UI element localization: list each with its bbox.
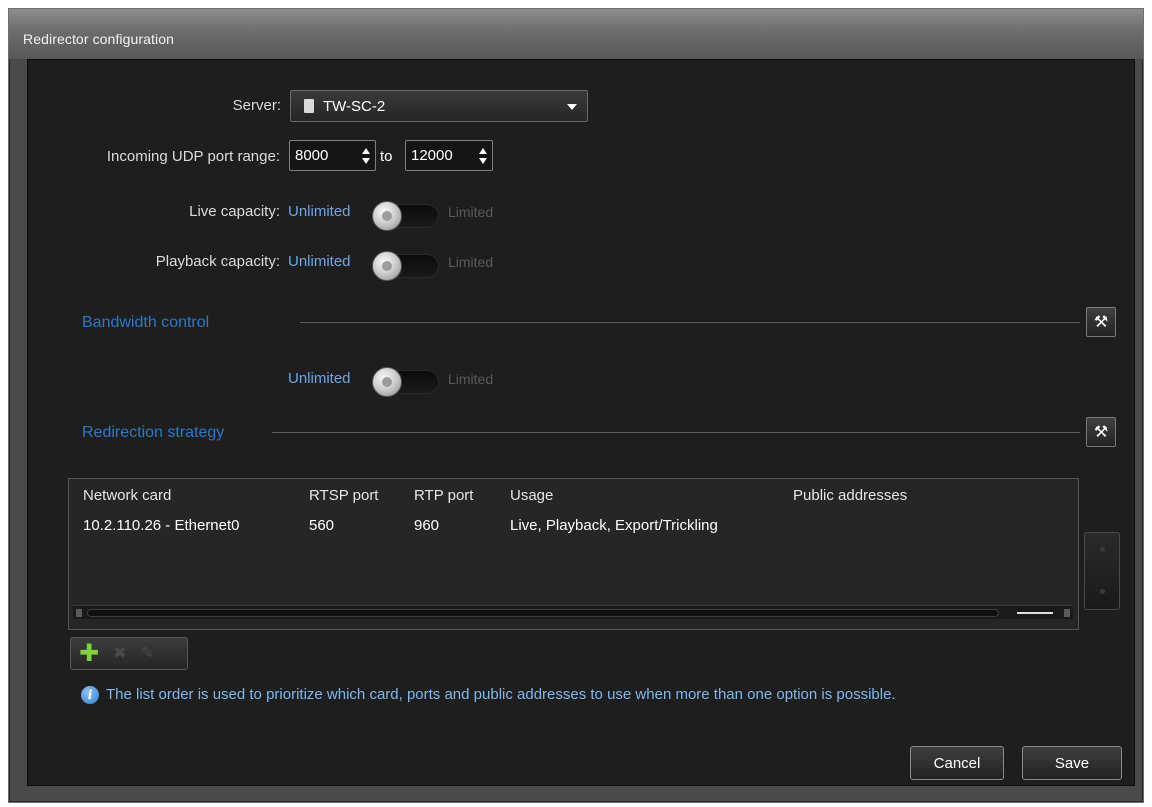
scrollbar-marker <box>1017 612 1053 614</box>
cancel-button[interactable]: Cancel <box>910 746 1004 780</box>
udp-from-value: 8000 <box>295 147 329 164</box>
column-header-rtsp-port[interactable]: RTSP port <box>309 487 378 504</box>
server-dropdown[interactable]: TW-SC-2 <box>290 90 588 122</box>
udp-to-stepper[interactable]: 12000 <box>405 140 493 171</box>
save-button[interactable]: Save <box>1022 746 1122 780</box>
bandwidth-tools-button[interactable]: ⚒ <box>1086 307 1116 337</box>
table-toolbar: ✚ ✖ ✎ <box>70 637 188 670</box>
column-header-network-card[interactable]: Network card <box>83 487 171 504</box>
live-capacity-toggle[interactable] <box>372 201 439 231</box>
stepper-arrows-icon[interactable] <box>362 148 370 164</box>
live-capacity-label: Live capacity: <box>189 203 280 220</box>
live-capacity-unlimited[interactable]: Unlimited <box>288 203 351 220</box>
chevron-down-icon <box>567 104 577 110</box>
bandwidth-limited[interactable]: Limited <box>448 371 493 387</box>
dialog-window: Redirector configuration Server: TW-SC-2… <box>8 8 1144 803</box>
section-divider <box>300 322 1080 323</box>
strategy-tools-button[interactable]: ⚒ <box>1086 417 1116 447</box>
dialog-body: Server: TW-SC-2 Incoming UDP port range:… <box>27 59 1135 786</box>
info-message: The list order is used to prioritize whi… <box>106 686 896 703</box>
move-up-icon[interactable] <box>1100 547 1105 552</box>
info-icon: i <box>81 686 99 704</box>
cell-usage: Live, Playback, Export/Trickling <box>510 517 718 534</box>
move-down-icon[interactable] <box>1100 589 1105 594</box>
row-order-scroller[interactable] <box>1084 532 1120 610</box>
live-capacity-limited[interactable]: Limited <box>448 204 493 220</box>
playback-capacity-toggle[interactable] <box>372 251 439 281</box>
column-header-usage[interactable]: Usage <box>510 487 553 504</box>
tools-icon: ⚒ <box>1093 424 1109 441</box>
scroll-left-icon[interactable] <box>76 609 82 617</box>
horizontal-scrollbar[interactable] <box>73 605 1073 619</box>
toggle-knob[interactable] <box>372 367 402 397</box>
server-value: TW-SC-2 <box>323 97 386 115</box>
window-title: Redirector configuration <box>23 31 175 47</box>
scrollbar-thumb[interactable] <box>87 609 999 617</box>
udp-from-stepper[interactable]: 8000 <box>289 140 376 171</box>
playback-capacity-unlimited[interactable]: Unlimited <box>288 253 351 270</box>
scroll-right-icon[interactable] <box>1064 609 1070 617</box>
stepper-arrows-icon[interactable] <box>479 148 487 164</box>
server-label: Server: <box>232 97 281 114</box>
udp-to-label: to <box>380 148 393 165</box>
cell-rtsp-port: 560 <box>309 517 335 534</box>
bandwidth-unlimited[interactable]: Unlimited <box>288 370 351 387</box>
toggle-knob[interactable] <box>372 201 402 231</box>
redirection-strategy-title: Redirection strategy <box>82 424 225 441</box>
server-icon <box>304 99 314 113</box>
toggle-knob[interactable] <box>372 251 402 281</box>
plus-icon[interactable]: ✚ <box>79 641 99 666</box>
udp-to-value: 12000 <box>411 147 453 164</box>
udp-range-label: Incoming UDP port range: <box>106 148 280 165</box>
playback-capacity-limited[interactable]: Limited <box>448 254 493 270</box>
bandwidth-control-title: Bandwidth control <box>82 314 210 331</box>
cell-rtp-port: 960 <box>414 517 440 534</box>
cell-network-card: 10.2.110.26 - Ethernet0 <box>83 517 240 534</box>
bandwidth-toggle[interactable] <box>372 367 439 397</box>
delete-icon[interactable]: ✖ <box>113 645 126 662</box>
redirection-table[interactable]: Network card RTSP port RTP port Usage Pu… <box>68 478 1079 630</box>
section-divider <box>272 432 1080 433</box>
column-header-rtp-port[interactable]: RTP port <box>414 487 473 504</box>
column-header-public-addresses[interactable]: Public addresses <box>793 487 907 504</box>
edit-icon[interactable]: ✎ <box>141 645 154 662</box>
title-bar[interactable]: Redirector configuration <box>9 9 1143 59</box>
playback-capacity-label: Playback capacity: <box>155 253 280 270</box>
tools-icon: ⚒ <box>1093 314 1109 331</box>
